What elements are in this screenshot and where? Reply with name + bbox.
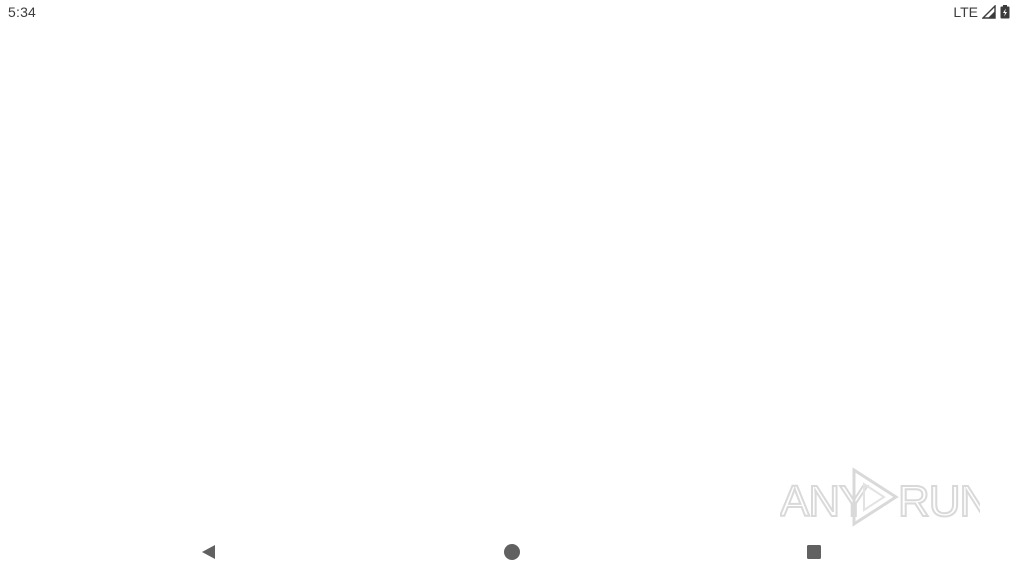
status-clock: 5:34 xyxy=(8,4,37,20)
cell-signal-icon xyxy=(982,5,996,19)
back-triangle-icon xyxy=(202,545,215,559)
watermark-text-right: RUN xyxy=(898,477,980,526)
anyrun-watermark: ANY RUN xyxy=(779,462,992,532)
recents-square-icon xyxy=(807,545,821,559)
recents-button[interactable] xyxy=(802,540,826,564)
battery-charging-icon xyxy=(1000,5,1010,19)
back-button[interactable] xyxy=(196,540,220,564)
android-screen: 5:34 LTE ANY RUN xyxy=(0,0,1024,576)
status-indicators: LTE xyxy=(953,4,1010,20)
network-type-label: LTE xyxy=(953,4,978,20)
status-bar: 5:34 LTE xyxy=(0,0,1024,24)
app-content-area xyxy=(0,24,1024,528)
home-circle-icon xyxy=(504,544,520,560)
home-button[interactable] xyxy=(500,540,524,564)
navigation-bar xyxy=(0,528,1024,576)
